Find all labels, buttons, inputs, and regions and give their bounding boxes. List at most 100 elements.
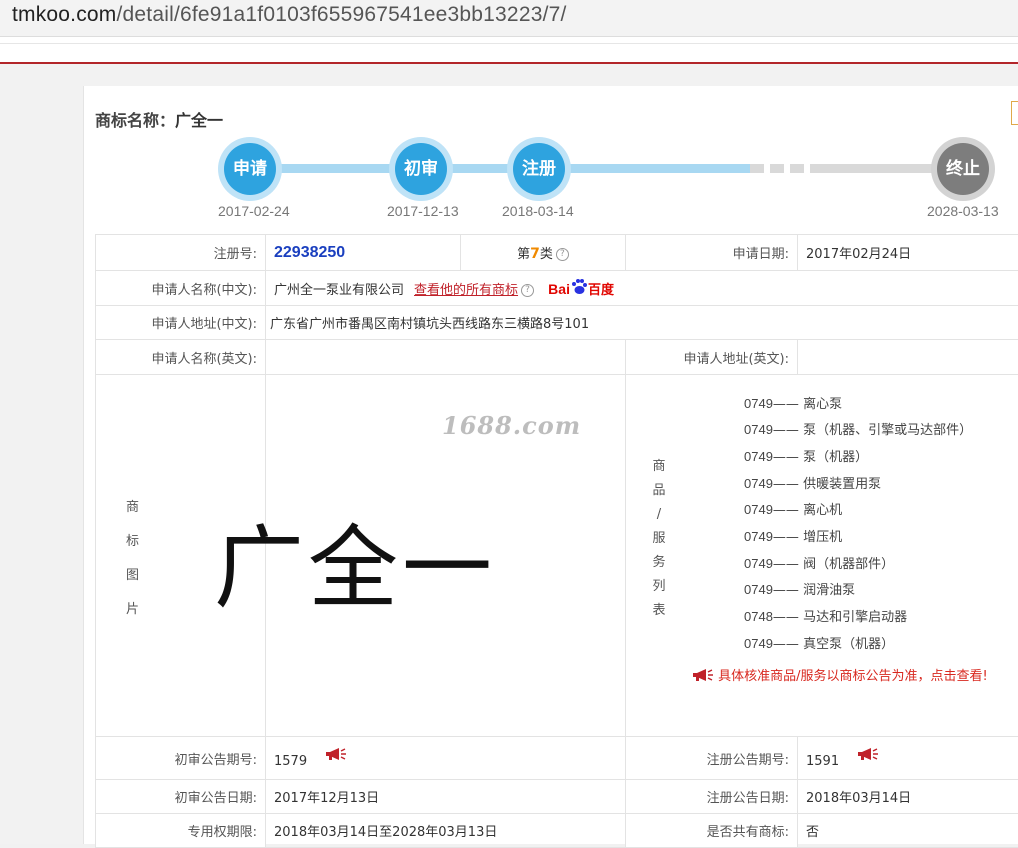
list-item: 0749—— 离心泵 bbox=[744, 395, 972, 422]
timeline-dash bbox=[770, 164, 784, 173]
node-label: 初审 bbox=[395, 143, 447, 195]
goods-name: 马达和引擎启动器 bbox=[803, 610, 907, 625]
goods-label-char: 服 bbox=[644, 527, 674, 551]
help-icon[interactable]: ? bbox=[521, 284, 534, 297]
timeline-date: 2028-03-13 bbox=[927, 203, 999, 219]
goods-dash: —— bbox=[773, 450, 799, 465]
goods-code: 0749 bbox=[744, 582, 773, 597]
timeline-progress-bar bbox=[250, 164, 750, 173]
goods-code: 0749 bbox=[744, 396, 773, 411]
goods-name: 真空泵（机器） bbox=[803, 637, 894, 652]
reg-no-label: 注册号: bbox=[96, 235, 266, 271]
help-icon[interactable]: ? bbox=[556, 248, 569, 261]
prelim-date-value: 2017年12月13日 bbox=[266, 780, 626, 814]
goods-dash: —— bbox=[773, 557, 799, 572]
megaphone-icon[interactable] bbox=[857, 747, 879, 761]
goods-notice-text: 具体核准商品/服务以商标公告为准，点击查看! bbox=[718, 669, 988, 684]
megaphone-icon[interactable] bbox=[325, 747, 347, 761]
image-label-char: 图 bbox=[56, 559, 209, 593]
baidu-paw-icon bbox=[570, 278, 588, 296]
prelim-issue-cell: 1579 bbox=[266, 737, 626, 780]
goods-code: 0749 bbox=[744, 476, 773, 491]
apply-date-label: 申请日期: bbox=[626, 235, 798, 271]
goods-notice-link[interactable]: 具体核准商品/服务以商标公告为准，点击查看! bbox=[692, 665, 988, 684]
page-title: 商标名称：广全一 bbox=[95, 107, 223, 131]
node-label: 终止 bbox=[937, 143, 989, 195]
reg-issue-label: 注册公告期号: bbox=[626, 737, 798, 780]
list-item: 0749—— 供暖装置用泵 bbox=[744, 475, 972, 502]
title-value: 广全一 bbox=[175, 111, 223, 130]
reg-date-value: 2018年03月14日 bbox=[798, 780, 1018, 814]
class-value: 第7类 bbox=[517, 247, 553, 262]
list-item: 0748—— 马达和引擎启动器 bbox=[744, 608, 972, 635]
watermark: 1688.com bbox=[442, 411, 581, 440]
title-label: 商标名称： bbox=[95, 111, 175, 130]
divider bbox=[0, 43, 1018, 44]
image-label-char: 片 bbox=[56, 593, 209, 627]
table-row: 商 标 图 片 1688.com 广全一 商 品 / 服 务 列 bbox=[96, 375, 1018, 737]
goods-label-char: / bbox=[644, 503, 674, 527]
prelim-date-label: 初审公告日期: bbox=[96, 780, 266, 814]
all-marks-link[interactable]: 查看他的所有商标 bbox=[414, 283, 518, 298]
image-label-char: 标 bbox=[56, 525, 209, 559]
goods-items: 0749—— 离心泵 0749—— 泵（机器、引擎或马达部件） 0749—— 泵… bbox=[744, 395, 972, 662]
goods-name: 润滑油泵 bbox=[803, 583, 855, 598]
goods-label-char: 列 bbox=[644, 575, 674, 599]
applicant-en-value bbox=[266, 340, 626, 375]
class-suffix: 类 bbox=[540, 247, 553, 262]
class-prefix: 第 bbox=[517, 247, 530, 262]
table-row: 申请人地址(中文): 广东省广州市番禺区南村镇坑头西线路东三横路8号101 bbox=[96, 306, 1018, 340]
toolbar-strip bbox=[0, 36, 1018, 62]
applicant-en-label: 申请人名称(英文): bbox=[96, 340, 266, 375]
reg-no-value: 22938250 bbox=[274, 244, 345, 261]
goods-name: 增压机 bbox=[803, 530, 842, 545]
goods-name: 阀（机器部件） bbox=[803, 557, 894, 572]
timeline-dash bbox=[750, 164, 764, 173]
goods-name: 供暖装置用泵 bbox=[803, 477, 881, 492]
exclusive-value: 2018年03月14日至2028年03月13日 bbox=[266, 814, 626, 848]
table-row: 初审公告期号: 1579 注册公告期号: 1591 bbox=[96, 737, 1018, 780]
goods-dash: —— bbox=[773, 397, 799, 412]
shared-value: 否 bbox=[798, 814, 1018, 848]
goods-dash: —— bbox=[773, 610, 799, 625]
trademark-image: 1688.com 广全一 bbox=[266, 377, 625, 735]
apply-date-value: 2017年02月24日 bbox=[798, 235, 1018, 271]
side-tab[interactable] bbox=[1011, 101, 1018, 125]
goods-cell: 商 品 / 服 务 列 表 0749—— 离心泵 0749—— 泵（机器、引擎或… bbox=[626, 375, 1018, 737]
table-row: 申请人名称(英文): 申请人地址(英文): bbox=[96, 340, 1018, 375]
reg-issue-value: 1591 bbox=[806, 754, 839, 769]
node-label: 申请 bbox=[224, 143, 276, 195]
timeline-date: 2017-12-13 bbox=[387, 203, 459, 219]
trademark-info-table: 注册号: 22938250 第7类? 申请日期: 2017年02月24日 申请人… bbox=[95, 234, 1018, 848]
table-row: 专用权期限: 2018年03月14日至2028年03月13日 是否共有商标: 否 bbox=[96, 814, 1018, 848]
goods-label-char: 商 bbox=[644, 455, 674, 479]
goods-code: 0749 bbox=[744, 449, 773, 464]
applicant-cn-cell: 广州全一泵业有限公司查看他的所有商标? Bai百度 bbox=[266, 271, 1018, 306]
list-item: 0749—— 润滑油泵 bbox=[744, 581, 972, 608]
baidu-search-button[interactable]: Bai 百度 bbox=[548, 281, 614, 297]
goods-code: 0749 bbox=[744, 529, 773, 544]
goods-label-char: 品 bbox=[644, 479, 674, 503]
list-item: 0749—— 离心机 bbox=[744, 501, 972, 528]
goods-label-char: 表 bbox=[644, 599, 674, 623]
goods-label: 商 品 / 服 务 列 表 bbox=[644, 455, 674, 623]
baidu-logo-text: Bai bbox=[548, 281, 570, 297]
goods-name: 泵（机器） bbox=[803, 450, 868, 465]
baidu-logo-cn: 百度 bbox=[588, 282, 614, 297]
url-text[interactable]: tmkoo.com/detail/6fe91a1f0103f655967541e… bbox=[12, 3, 567, 27]
timeline-date: 2018-03-14 bbox=[502, 203, 574, 219]
table-row: 申请人名称(中文): 广州全一泵业有限公司查看他的所有商标? Bai百度 bbox=[96, 271, 1018, 306]
goods-code: 0749 bbox=[744, 556, 773, 571]
goods-dash: —— bbox=[773, 477, 799, 492]
goods-code: 0749 bbox=[744, 502, 773, 517]
goods-dash: —— bbox=[773, 637, 799, 652]
address-bar[interactable]: tmkoo.com/detail/6fe91a1f0103f655967541e… bbox=[0, 0, 1018, 36]
goods-dash: —— bbox=[773, 423, 799, 438]
goods-code: 0749 bbox=[744, 636, 773, 651]
shared-label: 是否共有商标: bbox=[626, 814, 798, 848]
timeline-node-prelim: 初审 bbox=[389, 137, 453, 201]
trademark-image-cell: 1688.com 广全一 bbox=[266, 375, 626, 737]
goods-code: 0748 bbox=[744, 609, 773, 624]
image-label-char: 商 bbox=[56, 491, 209, 525]
goods-code: 0749 bbox=[744, 422, 773, 437]
